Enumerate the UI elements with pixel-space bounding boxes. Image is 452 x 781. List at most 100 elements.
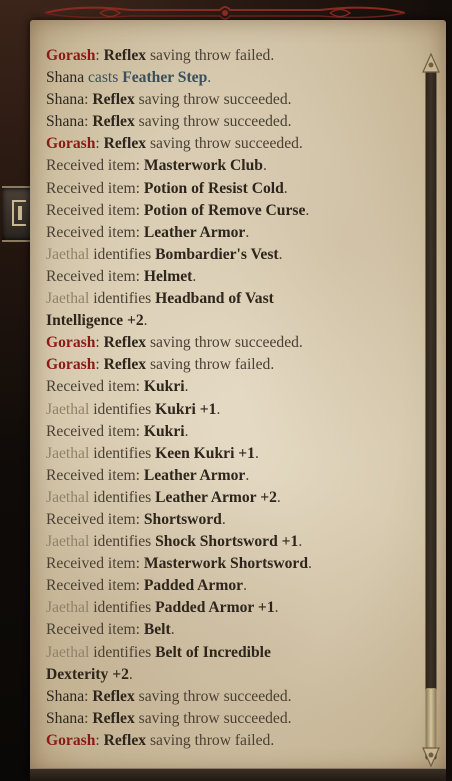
log-entry: Gorash: Reflex saving throw failed. [46,730,416,752]
log-text: identifies [89,245,156,263]
log-text: Shana [46,687,85,705]
log-text: saving throw failed. [146,47,275,64]
log-scrollbar[interactable] [421,52,441,768]
log-text: Received item: [46,422,144,440]
log-text: : [95,135,104,153]
log-entry: Jaethal identifies Headband of Vast [46,288,416,310]
log-text: Gorash [46,334,96,352]
combat-log[interactable]: Gorash: Reflex saving throw failed. Shana… [46,45,416,752]
log-text: . [305,201,310,219]
journal-toggle-icon [12,200,26,226]
log-text: Received item: [46,179,144,197]
log-entry: Jaethal identifies Belt of Incredible [46,642,416,664]
log-text: Shock Shortsword +1 [155,533,299,551]
log-text: Kukri [143,378,185,396]
log-text: Headband of Vast [155,290,274,308]
log-text: Received item: [46,201,144,219]
log-entry: Shana casts Feather Step. [46,67,416,89]
log-text: saving throw succeeded. [134,91,292,109]
log-text: Dexterity +2 [46,665,129,683]
log-text: Belt [143,621,171,639]
log-text: . [245,223,250,241]
log-text: Gorash [46,356,96,374]
log-text: . [276,488,281,506]
log-text: Padded Armor [143,577,244,595]
log-text: . [283,179,288,197]
log-text: Jaethal [46,599,90,617]
log-text: Jaethal [46,400,90,418]
log-text: . [192,267,197,285]
log-text: Shana [46,709,85,727]
log-entry: Gorash: Reflex saving throw failed. [46,45,416,67]
log-text: Received item: [46,577,144,595]
log-entry: Jaethal identifies Bombardier's Vest. [46,244,416,266]
log-entry: Dexterity +2. [46,664,416,686]
log-text: Shana [46,69,85,87]
log-text: Keen Kukri +1 [155,444,255,462]
log-text: . [308,555,312,573]
log-text: Masterwork Shortsword [143,555,309,573]
log-text: Padded Armor +1 [155,599,275,617]
scrollbar-thumb[interactable] [425,688,437,752]
log-text: . [221,510,226,528]
log-entry: Intelligence +2. [46,310,416,332]
log-text: . [274,599,279,617]
log-text: Jaethal [46,643,90,661]
log-text: . [298,533,303,551]
log-text: Received item: [46,555,144,573]
log-text: Reflex [103,334,147,352]
log-text: Received item: [46,378,144,396]
log-text: saving throw succeeded. [146,334,303,352]
log-text: Jaethal [46,290,90,308]
log-text: saving throw succeeded. [134,709,292,727]
log-entry: Received item: Kukri. [46,376,416,398]
log-text: Received item: [46,157,144,175]
log-text: Received item: [46,223,144,241]
log-text: . [216,400,221,418]
log-text: Received item: [46,510,144,528]
log-text: Leather Armor [143,223,246,241]
log-text: Jaethal [46,245,90,263]
scroll-down-cap-icon[interactable] [421,746,441,768]
log-entry: Gorash: Reflex saving throw failed. [46,354,416,376]
log-text: identifies [89,643,156,661]
log-entry: Shana: Reflex saving throw succeeded. [46,686,416,708]
log-entry: Received item: Leather Armor. [46,222,416,244]
log-text: saving throw succeeded. [134,687,292,705]
log-text: Shana [46,113,85,131]
log-text: Reflex [92,709,135,727]
log-entry: Jaethal identifies Kukri +1. [46,399,416,421]
bottom-frame [30,768,446,781]
log-text: Jaethal [46,533,90,551]
log-text: Intelligence +2 [46,312,144,330]
log-text: Jaethal [46,444,90,462]
scrollbar-rail[interactable] [425,70,437,760]
log-entry: Shana: Reflex saving throw succeeded. [46,89,416,111]
log-text: Potion of Resist Cold [143,179,284,197]
log-text: : [95,731,104,749]
log-entry: Received item: Shortsword. [46,509,416,531]
log-text: Potion of Remove Curse [143,201,306,219]
log-entry: Received item: Masterwork Shortsword. [46,553,416,575]
log-text: casts [84,69,123,87]
log-text: : [95,47,104,64]
log-text: Reflex [92,113,135,131]
log-text: Received item: [46,621,144,639]
scroll-up-cap-icon[interactable] [421,52,441,74]
log-text: Received item: [46,466,144,484]
log-text: Reflex [103,356,147,374]
log-text: Bombardier's Vest [155,245,279,263]
log-text: Helmet [143,267,193,285]
log-text: . [254,444,259,462]
log-text: saving throw failed. [146,731,275,749]
log-text: saving throw succeeded. [134,113,292,131]
log-text: Received item: [46,267,144,285]
log-text: Leather Armor +2 [155,488,277,506]
log-entry: Jaethal identifies Padded Armor +1. [46,597,416,619]
log-entry: Jaethal identifies Shock Shortsword +1. [46,531,416,553]
log-text: Masterwork Club [143,157,263,175]
log-text: Shana [46,91,85,109]
log-text: . [207,69,212,87]
log-entry: Received item: Potion of Remove Curse. [46,200,416,222]
log-text: . [262,157,267,175]
